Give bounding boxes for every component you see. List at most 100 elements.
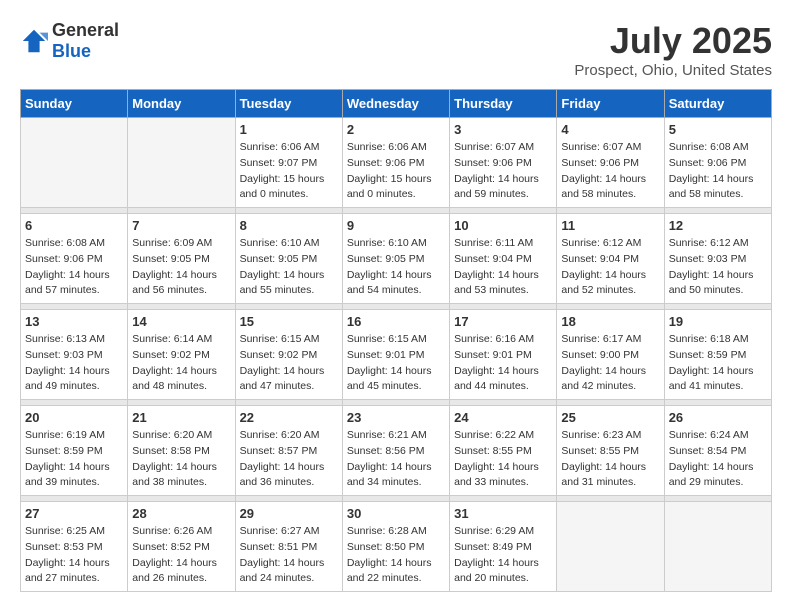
logo-blue: Blue bbox=[52, 41, 91, 61]
day-number: 8 bbox=[240, 218, 338, 233]
calendar: SundayMondayTuesdayWednesdayThursdayFrid… bbox=[20, 89, 772, 592]
logo: General Blue bbox=[20, 20, 119, 62]
day-cell bbox=[557, 502, 664, 592]
day-number: 3 bbox=[454, 122, 552, 137]
day-cell: 22 Sunrise: 6:20 AM Sunset: 8:57 PM Dayli… bbox=[235, 406, 342, 496]
day-info: Sunrise: 6:07 AM Sunset: 9:06 PM Dayligh… bbox=[561, 140, 659, 203]
day-info: Sunrise: 6:21 AM Sunset: 8:56 PM Dayligh… bbox=[347, 428, 445, 491]
logo-general: General bbox=[52, 20, 119, 40]
day-info: Sunrise: 6:08 AM Sunset: 9:06 PM Dayligh… bbox=[25, 236, 123, 299]
day-cell: 1 Sunrise: 6:06 AM Sunset: 9:07 PM Daylig… bbox=[235, 118, 342, 208]
day-cell: 29 Sunrise: 6:27 AM Sunset: 8:51 PM Dayli… bbox=[235, 502, 342, 592]
day-number: 14 bbox=[132, 314, 230, 329]
day-cell: 26 Sunrise: 6:24 AM Sunset: 8:54 PM Dayli… bbox=[664, 406, 771, 496]
day-info: Sunrise: 6:18 AM Sunset: 8:59 PM Dayligh… bbox=[669, 332, 767, 395]
day-info: Sunrise: 6:13 AM Sunset: 9:03 PM Dayligh… bbox=[25, 332, 123, 395]
day-number: 21 bbox=[132, 410, 230, 425]
day-cell: 20 Sunrise: 6:19 AM Sunset: 8:59 PM Dayli… bbox=[21, 406, 128, 496]
day-cell: 19 Sunrise: 6:18 AM Sunset: 8:59 PM Dayli… bbox=[664, 310, 771, 400]
day-info: Sunrise: 6:06 AM Sunset: 9:07 PM Dayligh… bbox=[240, 140, 338, 203]
day-info: Sunrise: 6:09 AM Sunset: 9:05 PM Dayligh… bbox=[132, 236, 230, 299]
day-info: Sunrise: 6:12 AM Sunset: 9:03 PM Dayligh… bbox=[669, 236, 767, 299]
day-info: Sunrise: 6:10 AM Sunset: 9:05 PM Dayligh… bbox=[347, 236, 445, 299]
day-cell: 4 Sunrise: 6:07 AM Sunset: 9:06 PM Daylig… bbox=[557, 118, 664, 208]
day-number: 5 bbox=[669, 122, 767, 137]
day-info: Sunrise: 6:28 AM Sunset: 8:50 PM Dayligh… bbox=[347, 524, 445, 587]
day-number: 13 bbox=[25, 314, 123, 329]
day-number: 30 bbox=[347, 506, 445, 521]
day-info: Sunrise: 6:20 AM Sunset: 8:58 PM Dayligh… bbox=[132, 428, 230, 491]
day-number: 1 bbox=[240, 122, 338, 137]
weekday-header: Thursday bbox=[450, 90, 557, 118]
day-info: Sunrise: 6:26 AM Sunset: 8:52 PM Dayligh… bbox=[132, 524, 230, 587]
weekday-header: Wednesday bbox=[342, 90, 449, 118]
day-number: 16 bbox=[347, 314, 445, 329]
day-cell: 28 Sunrise: 6:26 AM Sunset: 8:52 PM Dayli… bbox=[128, 502, 235, 592]
day-info: Sunrise: 6:17 AM Sunset: 9:00 PM Dayligh… bbox=[561, 332, 659, 395]
day-cell: 31 Sunrise: 6:29 AM Sunset: 8:49 PM Dayli… bbox=[450, 502, 557, 592]
month-year: July 2025 bbox=[574, 20, 772, 62]
day-cell: 12 Sunrise: 6:12 AM Sunset: 9:03 PM Dayli… bbox=[664, 214, 771, 304]
day-number: 23 bbox=[347, 410, 445, 425]
day-number: 15 bbox=[240, 314, 338, 329]
day-number: 6 bbox=[25, 218, 123, 233]
day-number: 20 bbox=[25, 410, 123, 425]
page-header: General Blue July 2025 Prospect, Ohio, U… bbox=[20, 20, 772, 79]
day-info: Sunrise: 6:27 AM Sunset: 8:51 PM Dayligh… bbox=[240, 524, 338, 587]
day-info: Sunrise: 6:29 AM Sunset: 8:49 PM Dayligh… bbox=[454, 524, 552, 587]
day-cell bbox=[21, 118, 128, 208]
day-cell: 14 Sunrise: 6:14 AM Sunset: 9:02 PM Dayli… bbox=[128, 310, 235, 400]
day-number: 17 bbox=[454, 314, 552, 329]
day-number: 10 bbox=[454, 218, 552, 233]
day-info: Sunrise: 6:19 AM Sunset: 8:59 PM Dayligh… bbox=[25, 428, 123, 491]
day-cell: 15Sunrise: 6:15 AM Sunset: 9:02 PM Dayli… bbox=[235, 310, 342, 400]
day-number: 22 bbox=[240, 410, 338, 425]
day-number: 7 bbox=[132, 218, 230, 233]
day-cell: 5 Sunrise: 6:08 AM Sunset: 9:06 PM Daylig… bbox=[664, 118, 771, 208]
day-cell: 21 Sunrise: 6:20 AM Sunset: 8:58 PM Dayli… bbox=[128, 406, 235, 496]
day-number: 28 bbox=[132, 506, 230, 521]
day-number: 18 bbox=[561, 314, 659, 329]
day-info: Sunrise: 6:11 AM Sunset: 9:04 PM Dayligh… bbox=[454, 236, 552, 299]
day-info: Sunrise: 6:10 AM Sunset: 9:05 PM Dayligh… bbox=[240, 236, 338, 299]
day-number: 27 bbox=[25, 506, 123, 521]
title-block: July 2025 Prospect, Ohio, United States bbox=[574, 20, 772, 79]
day-info: Sunrise: 6:12 AM Sunset: 9:04 PM Dayligh… bbox=[561, 236, 659, 299]
day-number: 24 bbox=[454, 410, 552, 425]
day-cell: 9Sunrise: 6:10 AM Sunset: 9:05 PM Daylig… bbox=[342, 214, 449, 304]
day-info: Sunrise: 6:22 AM Sunset: 8:55 PM Dayligh… bbox=[454, 428, 552, 491]
day-info: Sunrise: 6:20 AM Sunset: 8:57 PM Dayligh… bbox=[240, 428, 338, 491]
day-info: Sunrise: 6:06 AM Sunset: 9:06 PM Dayligh… bbox=[347, 140, 445, 203]
location: Prospect, Ohio, United States bbox=[574, 62, 772, 79]
day-number: 29 bbox=[240, 506, 338, 521]
day-info: Sunrise: 6:23 AM Sunset: 8:55 PM Dayligh… bbox=[561, 428, 659, 491]
day-info: Sunrise: 6:16 AM Sunset: 9:01 PM Dayligh… bbox=[454, 332, 552, 395]
weekday-header: Sunday bbox=[21, 90, 128, 118]
week-row: 20 Sunrise: 6:19 AM Sunset: 8:59 PM Dayli… bbox=[21, 406, 772, 496]
weekday-header: Saturday bbox=[664, 90, 771, 118]
day-cell: 17 Sunrise: 6:16 AM Sunset: 9:01 PM Dayli… bbox=[450, 310, 557, 400]
day-cell: 6 Sunrise: 6:08 AM Sunset: 9:06 PM Daylig… bbox=[21, 214, 128, 304]
day-cell: 3 Sunrise: 6:07 AM Sunset: 9:06 PM Daylig… bbox=[450, 118, 557, 208]
day-info: Sunrise: 6:08 AM Sunset: 9:06 PM Dayligh… bbox=[669, 140, 767, 203]
day-cell: 7 Sunrise: 6:09 AM Sunset: 9:05 PM Daylig… bbox=[128, 214, 235, 304]
day-cell: 24 Sunrise: 6:22 AM Sunset: 8:55 PM Dayli… bbox=[450, 406, 557, 496]
day-number: 4 bbox=[561, 122, 659, 137]
day-cell: 10 Sunrise: 6:11 AM Sunset: 9:04 PM Dayli… bbox=[450, 214, 557, 304]
day-cell bbox=[664, 502, 771, 592]
day-number: 26 bbox=[669, 410, 767, 425]
day-number: 19 bbox=[669, 314, 767, 329]
day-cell: 30 Sunrise: 6:28 AM Sunset: 8:50 PM Dayli… bbox=[342, 502, 449, 592]
week-row: 1 Sunrise: 6:06 AM Sunset: 9:07 PM Daylig… bbox=[21, 118, 772, 208]
day-number: 31 bbox=[454, 506, 552, 521]
day-number: 11 bbox=[561, 218, 659, 233]
weekday-header: Tuesday bbox=[235, 90, 342, 118]
day-number: 12 bbox=[669, 218, 767, 233]
weekday-header: Friday bbox=[557, 90, 664, 118]
day-info: Sunrise: 6:25 AM Sunset: 8:53 PM Dayligh… bbox=[25, 524, 123, 587]
week-row: 6 Sunrise: 6:08 AM Sunset: 9:06 PM Daylig… bbox=[21, 214, 772, 304]
day-info: Sunrise: 6:14 AM Sunset: 9:02 PM Dayligh… bbox=[132, 332, 230, 395]
week-row: 27 Sunrise: 6:25 AM Sunset: 8:53 PM Dayli… bbox=[21, 502, 772, 592]
day-info: Sunrise: 6:24 AM Sunset: 8:54 PM Dayligh… bbox=[669, 428, 767, 491]
day-info: Sunrise: 6:07 AM Sunset: 9:06 PM Dayligh… bbox=[454, 140, 552, 203]
